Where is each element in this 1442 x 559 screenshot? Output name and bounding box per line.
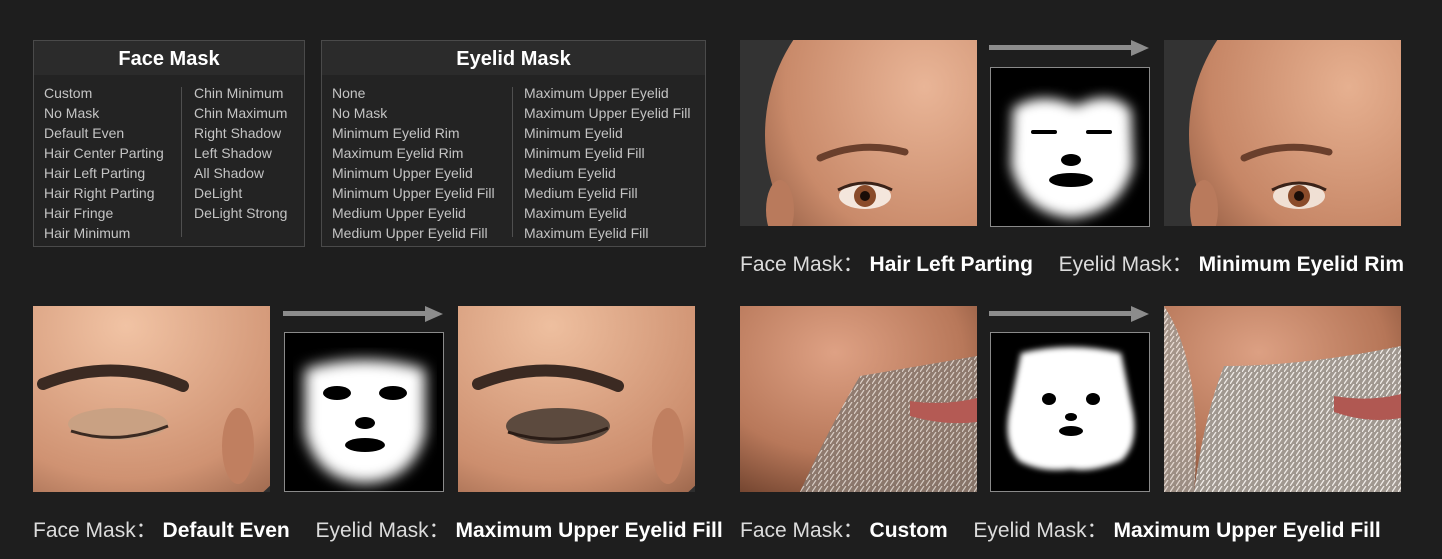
arrow-right-icon [989,306,1149,322]
face-mask-option[interactable]: Hair Right Parting [44,183,164,203]
eyelid-mask-label: Eyelid Mask： [1058,253,1193,276]
eyelid-mask-option[interactable]: Minimum Upper Eyelid [332,163,495,183]
face-mask-value: Custom [869,519,948,542]
eyelid-mask-panel: Eyelid Mask None No Mask Minimum Eyelid … [321,40,706,247]
example-caption: Face Mask： Default Even Eyelid Mask： Max… [33,514,723,544]
arrow-right-icon [283,306,443,322]
after-render-image-female [1164,40,1401,226]
face-mask-right-column: Chin Minimum Chin Maximum Right Shadow L… [194,83,287,223]
example-caption: Face Mask： Hair Left Parting Eyelid Mask… [740,248,1404,278]
face-mask-title: Face Mask [34,41,304,75]
eyelid-mask-option[interactable]: No Mask [332,103,495,123]
after-render-image-closed-eye [458,306,695,492]
face-mask-option[interactable]: Hair Minimum [44,223,164,243]
face-mask-label: Face Mask： [740,519,864,542]
eyelid-mask-value: Maximum Upper Eyelid Fill [1113,519,1381,542]
eyelid-mask-option[interactable]: Minimum Eyelid Rim [332,123,495,143]
eyelid-mask-option[interactable]: Maximum Upper Eyelid Fill [524,103,690,123]
face-mask-option[interactable]: Hair Fringe [44,203,164,223]
face-mask-option[interactable]: All Shadow [194,163,287,183]
column-divider [181,87,182,237]
face-mask-option[interactable]: Chin Maximum [194,103,287,123]
eyelid-mask-option[interactable]: Maximum Eyelid Rim [332,143,495,163]
face-mask-label: Face Mask： [33,519,157,542]
eyelid-mask-option[interactable]: Minimum Eyelid [524,123,690,143]
face-mask-panel: Face Mask Custom No Mask Default Even Ha… [33,40,305,247]
mask-preview-image [284,332,444,492]
face-mask-option[interactable]: DeLight [194,183,287,203]
eyelid-mask-option[interactable]: Maximum Upper Eyelid [524,83,690,103]
eyelid-mask-value: Minimum Eyelid Rim [1198,253,1405,276]
face-mask-value: Default Even [162,519,290,542]
example-caption: Face Mask： Custom Eyelid Mask： Maximum U… [740,514,1381,544]
eyelid-mask-label: Eyelid Mask： [973,519,1108,542]
eyelid-mask-option[interactable]: Medium Upper Eyelid [332,203,495,223]
eyelid-mask-left-column: None No Mask Minimum Eyelid Rim Maximum … [332,83,495,243]
eyelid-mask-option[interactable]: Maximum Eyelid [524,203,690,223]
face-mask-option[interactable]: Chin Minimum [194,83,287,103]
face-mask-option[interactable]: No Mask [44,103,164,123]
face-mask-option[interactable]: Default Even [44,123,164,143]
eyelid-mask-option[interactable]: Minimum Upper Eyelid Fill [332,183,495,203]
face-mask-option[interactable]: Right Shadow [194,123,287,143]
eyelid-mask-label: Eyelid Mask： [315,519,450,542]
face-mask-label: Face Mask： [740,253,864,276]
eyelid-mask-option[interactable]: Minimum Eyelid Fill [524,143,690,163]
eyelid-mask-option[interactable]: Medium Upper Eyelid Fill [332,223,495,243]
before-render-image-female [740,40,977,226]
face-mask-option[interactable]: Hair Left Parting [44,163,164,183]
before-render-image-beard [740,306,977,492]
column-divider [512,87,513,237]
face-mask-option[interactable]: Custom [44,83,164,103]
eyelid-mask-option[interactable]: None [332,83,495,103]
face-mask-option[interactable]: Hair Center Parting [44,143,164,163]
after-render-image-beard [1164,306,1401,492]
face-mask-value: Hair Left Parting [869,253,1033,276]
eyelid-mask-value: Maximum Upper Eyelid Fill [455,519,723,542]
arrow-right-icon [989,40,1149,56]
eyelid-mask-right-column: Maximum Upper Eyelid Maximum Upper Eyeli… [524,83,690,243]
face-mask-option[interactable]: Left Shadow [194,143,287,163]
face-mask-option[interactable]: DeLight Strong [194,203,287,223]
eyelid-mask-option[interactable]: Maximum Eyelid Fill [524,223,690,243]
face-mask-left-column: Custom No Mask Default Even Hair Center … [44,83,164,243]
mask-preview-image [990,332,1150,492]
mask-preview-image [990,67,1150,227]
eyelid-mask-option[interactable]: Medium Eyelid [524,163,690,183]
eyelid-mask-title: Eyelid Mask [322,41,705,75]
before-render-image-closed-eye [33,306,270,492]
eyelid-mask-option[interactable]: Medium Eyelid Fill [524,183,690,203]
